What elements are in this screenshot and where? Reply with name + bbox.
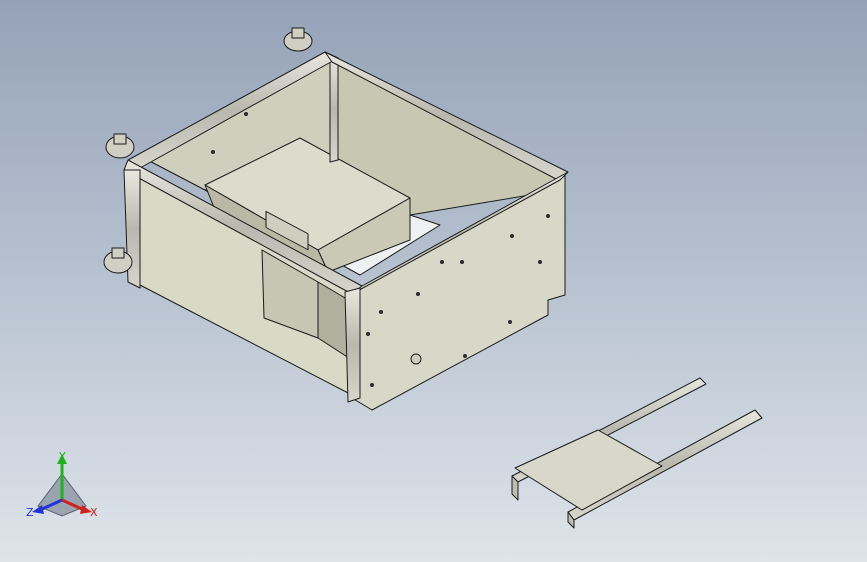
z-axis-label: Z xyxy=(26,506,34,519)
view-orientation-triad[interactable]: Y X Z xyxy=(24,448,104,526)
graphics-viewport[interactable]: Y X Z xyxy=(0,0,867,562)
rail-subassembly[interactable] xyxy=(511,377,763,529)
enclosure-assembly[interactable] xyxy=(103,27,569,411)
y-axis-label: Y xyxy=(58,450,66,463)
leveling-foot-icon xyxy=(283,27,313,52)
model-scene[interactable] xyxy=(0,0,867,562)
slide-plate xyxy=(514,429,663,511)
rear-right-post xyxy=(329,54,339,163)
leveling-foot-icon xyxy=(105,133,135,159)
x-axis-label: X xyxy=(90,506,98,519)
front-corner-post xyxy=(344,287,361,403)
cable-gland xyxy=(410,353,422,365)
